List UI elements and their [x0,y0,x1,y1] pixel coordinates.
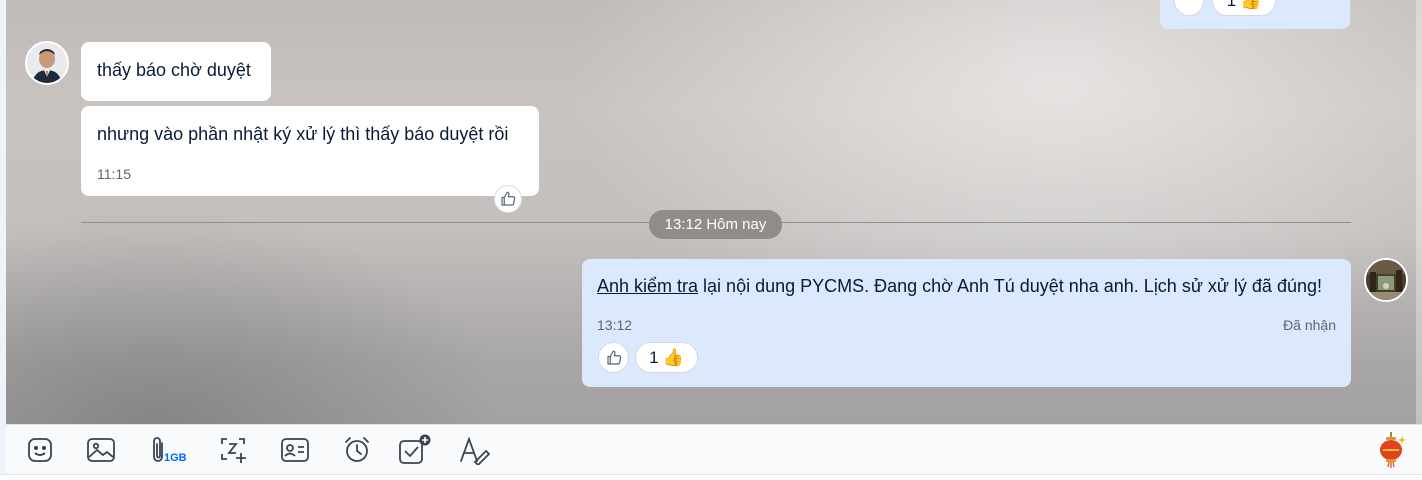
incoming-message[interactable]: thấy báo chờ duyệt [81,42,271,101]
chat-scrollbar[interactable] [1416,0,1422,424]
message-time: 13:12 [597,317,633,333]
like-button[interactable] [494,185,522,213]
contact-card-button[interactable] [278,433,312,467]
thumbs-up-icon [606,350,621,365]
message-text: nhưng vào phần nhật ký xử lý thì thấy bá… [97,124,509,144]
sticker-button[interactable] [23,433,57,467]
composer-input-edge[interactable] [0,474,1422,480]
format-text-button[interactable] [457,433,491,467]
todo-button[interactable] [398,433,432,467]
reminder-icon [345,437,369,462]
todo-icon [399,434,431,464]
reaction-summary[interactable]: 1 👍 [1212,0,1276,16]
thumbs-up-emoji-icon: 👍 [662,347,684,367]
message-text: thấy báo chờ duyệt [97,60,251,80]
image-button[interactable] [84,433,118,467]
thumbs-up-emoji-icon: 👍 [1240,0,1262,10]
reaction-summary[interactable]: 1 👍 [635,342,698,373]
reminder-button[interactable] [340,433,374,467]
like-button[interactable] [598,342,629,373]
reaction-count: 1 [1226,0,1237,10]
image-icon [87,438,115,462]
reaction-count: 1 [649,347,659,367]
like-icon[interactable] [1174,0,1204,16]
date-divider: 13:12 Hôm nay [649,210,782,239]
message-text: Anh kiểm tra lại nội dung PYCMS. Đang ch… [597,275,1336,297]
lantern-icon [1380,432,1406,468]
previous-message-bubble[interactable]: 1 👍 [1160,0,1350,29]
composer-toolbar: 1GB [6,424,1422,474]
message-link[interactable]: Anh kiểm tra [597,276,698,296]
message-time: 11:15 [97,166,131,182]
incoming-message[interactable]: nhưng vào phần nhật ký xử lý thì thấy bá… [81,106,539,196]
avatar[interactable] [25,41,69,85]
contact-card-icon [281,438,309,462]
delivery-status: Đã nhận [1283,317,1336,333]
screenshot-button[interactable] [216,433,250,467]
thumbs-up-icon [501,191,516,206]
outgoing-message[interactable]: Anh kiểm tra lại nội dung PYCMS. Đang ch… [582,259,1351,387]
message-text-rest: lại nội dung PYCMS. Đang chờ Anh Tú duyệ… [698,276,1322,296]
file-size-limit-badge: 1GB [164,452,187,464]
avatar[interactable] [1364,258,1408,302]
screenshot-icon [221,438,246,463]
format-text-icon [460,436,490,465]
sticker-icon [28,438,52,462]
lantern-button[interactable] [1374,432,1408,468]
